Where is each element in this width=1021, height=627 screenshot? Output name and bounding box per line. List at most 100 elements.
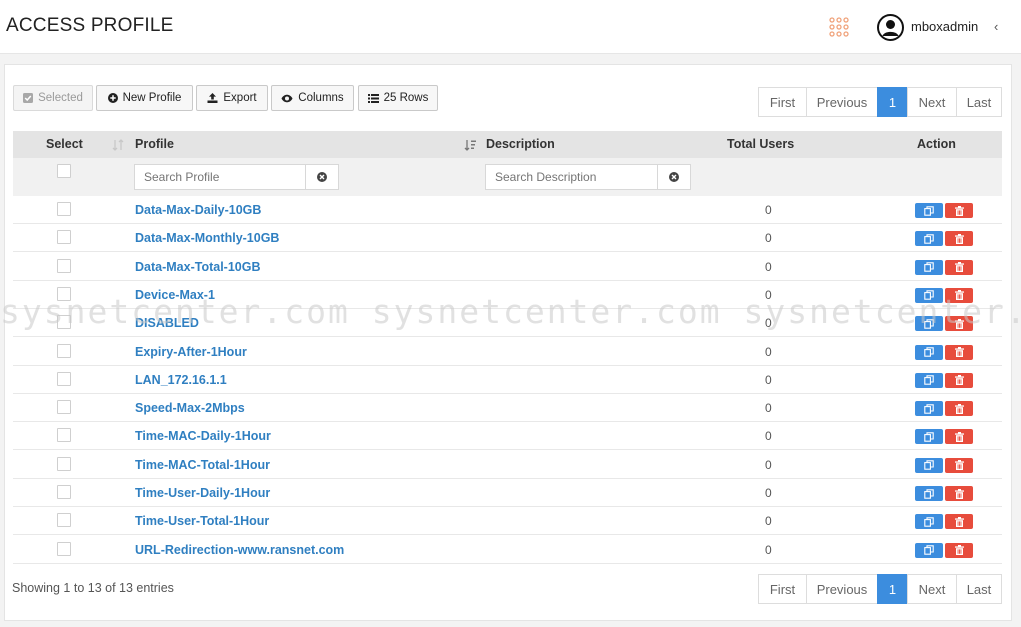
profile-link[interactable]: URL-Redirection-www.ransnet.com [135,543,344,557]
select-all-checkbox[interactable] [57,164,71,178]
pagination-page-1[interactable]: 1 [877,87,908,117]
username[interactable]: mboxadmin [911,19,978,34]
delete-button[interactable] [945,457,973,473]
profile-link[interactable]: Data-Max-Daily-10GB [135,203,261,217]
delete-button[interactable] [945,344,973,360]
copy-button[interactable] [915,344,943,360]
search-profile-input[interactable] [134,164,306,190]
clear-description-search-button[interactable] [657,164,691,190]
row-checkbox[interactable] [57,286,71,301]
row-checkbox[interactable] [57,400,71,415]
profile-link[interactable]: Time-User-Daily-1Hour [135,486,270,500]
copy-button[interactable] [915,542,943,558]
delete-button[interactable] [945,486,973,501]
close-circle-icon [669,172,679,182]
delete-button[interactable] [945,316,973,332]
copy-button[interactable] [915,401,943,417]
new-profile-button[interactable]: New Profile [96,85,193,111]
copy-button[interactable] [915,514,943,530]
trash-icon [954,545,964,556]
profile-link[interactable]: Data-Max-Monthly-10GB [135,231,279,245]
row-checkbox[interactable] [57,428,71,443]
profile-link[interactable]: Data-Max-Total-10GB [135,260,260,274]
delete-button[interactable] [945,429,973,445]
column-header-profile[interactable]: Profile [135,137,174,151]
delete-button[interactable] [945,231,973,247]
entries-info: Showing 1 to 13 of 13 entries [12,581,174,595]
pagination-last[interactable]: Last [956,574,1002,604]
row-checkbox[interactable] [57,343,71,358]
chevron-left-icon[interactable]: ‹ [994,19,998,34]
profile-link[interactable]: Device-Max-1 [135,288,215,302]
column-header-action: Action [917,137,956,151]
selected-button[interactable]: Selected [13,85,93,111]
row-checkbox[interactable] [57,456,71,471]
profile-link[interactable]: DISABLED [135,316,199,330]
row-checkbox[interactable] [57,371,71,386]
trash-icon [954,460,964,471]
profile-link[interactable]: Time-MAC-Daily-1Hour [135,429,271,443]
profile-link[interactable]: Time-User-Total-1Hour [135,514,269,528]
pagination-first[interactable]: First [758,87,807,117]
eye-icon [281,94,293,102]
clear-profile-search-button[interactable] [305,164,339,190]
page-title: ACCESS PROFILE [6,15,174,36]
column-header-description[interactable]: Description [486,137,555,151]
sort-ascending-icon[interactable] [464,139,476,151]
user-circle-icon[interactable] [877,14,904,41]
profile-link[interactable]: Expiry-After-1Hour [135,345,247,359]
copy-button[interactable] [915,287,943,303]
delete-button[interactable] [945,542,973,558]
column-header-select[interactable]: Select [46,137,83,151]
row-checkbox[interactable] [57,541,71,556]
delete-button[interactable] [945,287,973,303]
delete-button[interactable] [945,514,973,530]
pagination-last[interactable]: Last [956,87,1002,117]
copy-button[interactable] [915,231,943,247]
copy-button[interactable] [915,316,943,332]
copy-button[interactable] [915,372,943,388]
grid-dots-icon[interactable] [829,17,849,37]
pagination-next[interactable]: Next [907,87,957,117]
total-users-value: 0 [765,429,772,444]
top-bar: ACCESS PROFILE mboxadmin ‹ [0,0,1021,54]
profile-link[interactable]: LAN_172.16.1.1 [135,373,227,387]
columns-button[interactable]: Columns [271,85,354,111]
row-checkbox[interactable] [57,485,71,499]
pagination-previous[interactable]: Previous [806,574,878,604]
trash-icon [954,431,964,442]
delete-button[interactable] [945,203,973,218]
sort-icon[interactable] [112,139,124,151]
row-checkbox[interactable] [57,202,71,216]
delete-button[interactable] [945,372,973,388]
row-checkbox[interactable] [57,230,71,245]
copy-button[interactable] [915,429,943,445]
export-button[interactable]: Export [196,85,268,111]
table-row: Time-User-Daily-1Hour 0 [13,479,1002,507]
profile-link[interactable]: Time-MAC-Total-1Hour [135,458,270,472]
pagination-next[interactable]: Next [907,574,957,604]
rows-per-page-button[interactable]: 25 Rows [358,85,438,111]
copy-button[interactable] [915,457,943,473]
copy-button[interactable] [915,486,943,501]
copy-icon [924,347,934,357]
copy-button[interactable] [915,259,943,275]
delete-button[interactable] [945,401,973,417]
rows-per-page-label: 25 Rows [383,92,429,104]
table-row: Time-MAC-Daily-1Hour 0 [13,422,1002,451]
row-checkbox[interactable] [57,258,71,273]
copy-icon [924,318,934,329]
copy-button[interactable] [915,203,943,218]
pagination-previous[interactable]: Previous [806,87,878,117]
trash-icon [954,233,964,244]
row-checkbox[interactable] [57,513,71,528]
search-description-input[interactable] [485,164,658,190]
pagination-first[interactable]: First [758,574,807,604]
column-header-total-users[interactable]: Total Users [727,137,794,151]
row-checkbox[interactable] [57,315,71,330]
delete-button[interactable] [945,259,973,275]
profile-link[interactable]: Speed-Max-2Mbps [135,401,245,415]
trash-icon [954,347,964,357]
pagination-page-1[interactable]: 1 [877,574,908,604]
total-users-value: 0 [765,203,772,217]
